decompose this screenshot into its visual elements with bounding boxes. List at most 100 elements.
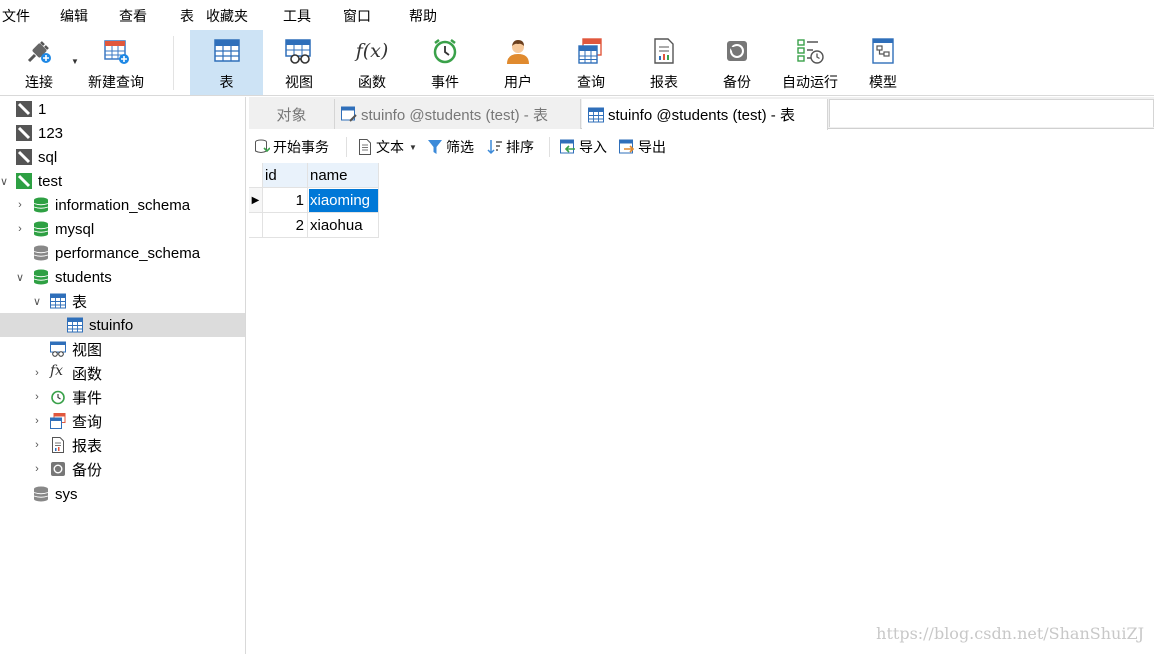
tree-node-events[interactable]: › 事件 xyxy=(0,385,245,409)
view-button[interactable]: 视图 xyxy=(273,30,325,95)
user-label: 用户 xyxy=(504,74,532,90)
table-cell[interactable]: xiaohua xyxy=(308,213,379,238)
tree-connection-test[interactable]: ∨ test xyxy=(0,169,245,193)
database-closed-icon xyxy=(33,245,49,261)
tree-db-sys[interactable]: sys xyxy=(0,482,245,506)
tree-label: 事件 xyxy=(72,389,103,407)
chevron-right-icon[interactable]: › xyxy=(31,367,43,379)
automation-button[interactable]: 自动运行 xyxy=(778,30,842,95)
report-label: 报表 xyxy=(650,74,678,90)
menu-tools[interactable]: 工具 xyxy=(283,6,311,26)
tree-db-information-schema[interactable]: › information_schema xyxy=(0,193,245,217)
text-dropdown-icon[interactable]: ▼ xyxy=(409,143,417,152)
tree-db-students[interactable]: ∨ students xyxy=(0,265,245,289)
chevron-down-icon[interactable]: ∨ xyxy=(0,175,10,188)
toolbar-separator xyxy=(346,137,347,157)
database-icon xyxy=(33,221,49,237)
tree-connection-1[interactable]: 1 xyxy=(0,97,245,121)
begin-transaction-label: 开始事务 xyxy=(273,139,329,155)
query-button[interactable]: 查询 xyxy=(565,30,617,95)
table-cell[interactable]: xiaoming xyxy=(308,188,379,213)
column-header-name[interactable]: name xyxy=(308,163,379,188)
tree-db-mysql[interactable]: › mysql xyxy=(0,217,245,241)
chevron-right-icon[interactable]: › xyxy=(31,439,43,451)
chevron-right-icon[interactable]: › xyxy=(31,415,43,427)
export-label: 导出 xyxy=(638,139,666,155)
tree-node-backups[interactable]: › 备份 xyxy=(0,457,245,481)
connect-button[interactable]: 连接 xyxy=(14,30,64,95)
user-button[interactable]: 用户 xyxy=(492,30,544,95)
report-button[interactable]: 报表 xyxy=(638,30,690,95)
model-button[interactable]: 模型 xyxy=(857,30,909,95)
import-icon xyxy=(560,139,575,154)
current-row-indicator[interactable]: ▶ xyxy=(249,188,263,213)
tree-node-reports[interactable]: › 报表 xyxy=(0,433,245,457)
filter-button[interactable]: 筛选 xyxy=(427,137,474,157)
menu-file[interactable]: 文件 xyxy=(2,6,30,26)
import-button[interactable]: 导入 xyxy=(560,137,607,157)
tree-label: 视图 xyxy=(72,341,103,359)
report-icon xyxy=(649,36,679,66)
connect-label: 连接 xyxy=(25,74,53,90)
tree-node-tables[interactable]: ∨ 表 xyxy=(0,289,245,313)
connection-active-icon xyxy=(16,173,32,189)
function-icon: f(x) xyxy=(355,36,389,66)
table-cell[interactable]: 1 xyxy=(263,188,308,213)
row-marker[interactable] xyxy=(249,213,263,238)
begin-transaction-button[interactable]: 开始事务 xyxy=(254,137,329,157)
menu-edit[interactable]: 编辑 xyxy=(60,6,88,26)
menu-table[interactable]: 表 xyxy=(180,6,194,26)
chevron-right-icon[interactable]: › xyxy=(14,223,26,235)
backup-label: 备份 xyxy=(723,74,751,90)
tree-db-performance-schema[interactable]: performance_schema xyxy=(0,241,245,265)
report-icon xyxy=(52,437,64,453)
main-toolbar: 连接 ▼ 新建查询 表 视图 f(x) 函数 事件 用户 查询 报表 备份 自动… xyxy=(0,30,1154,96)
export-icon xyxy=(619,139,635,154)
chevron-down-icon[interactable]: ∨ xyxy=(14,271,26,284)
function-button[interactable]: f(x) 函数 xyxy=(346,30,398,95)
tab-label: stuinfo @students (test) - 表 xyxy=(361,106,548,124)
view-icon xyxy=(284,36,314,66)
chevron-down-icon[interactable]: ∨ xyxy=(31,295,43,308)
tab-stuinfo-2[interactable]: stuinfo @students (test) - 表 xyxy=(582,99,828,130)
new-query-button[interactable]: 新建查询 xyxy=(84,30,148,95)
tree-node-queries[interactable]: › 查询 xyxy=(0,409,245,433)
table-toolbar: 开始事务 文本 ▼ 筛选 排序 导入 导出 xyxy=(249,131,1154,163)
tree-label: sql xyxy=(38,148,58,166)
menu-window[interactable]: 窗口 xyxy=(343,6,371,26)
column-header-id[interactable]: id xyxy=(263,163,308,188)
connect-dropdown-icon[interactable]: ▼ xyxy=(71,57,79,66)
function-icon: fx xyxy=(50,363,64,379)
tree-label: stuinfo xyxy=(89,316,134,334)
tree-node-functions[interactable]: › fx 函数 xyxy=(0,361,245,385)
tree-label: 函数 xyxy=(72,365,103,383)
database-icon xyxy=(33,197,49,213)
tab-stuinfo-1[interactable]: stuinfo @students (test) - 表 xyxy=(335,99,581,129)
menu-help[interactable]: 帮助 xyxy=(409,6,437,26)
sort-button[interactable]: 排序 xyxy=(487,137,534,157)
table-cell[interactable]: 2 xyxy=(263,213,308,238)
export-button[interactable]: 导出 xyxy=(619,137,666,157)
function-icon-text: f(x) xyxy=(355,40,389,62)
backup-button[interactable]: 备份 xyxy=(711,30,763,95)
tree-connection-123[interactable]: 123 xyxy=(0,121,245,145)
model-icon xyxy=(868,36,898,66)
tree-connection-sql[interactable]: sql xyxy=(0,145,245,169)
user-icon xyxy=(503,36,533,66)
text-view-button[interactable]: 文本 ▼ xyxy=(357,137,417,157)
chevron-right-icon[interactable]: › xyxy=(14,199,26,211)
event-button[interactable]: 事件 xyxy=(419,30,471,95)
chevron-right-icon[interactable]: › xyxy=(31,391,43,403)
backup-icon xyxy=(722,36,752,66)
tree-table-stuinfo[interactable]: stuinfo xyxy=(0,313,245,337)
tab-strip-empty-area xyxy=(829,99,1154,127)
tree-node-views[interactable]: 视图 xyxy=(0,337,245,361)
menu-view[interactable]: 查看 xyxy=(119,6,147,26)
table-button[interactable]: 表 xyxy=(190,30,263,95)
selected-cell-value[interactable]: xiaoming xyxy=(309,188,378,212)
menu-favorites[interactable]: 收藏夹 xyxy=(206,6,248,26)
chevron-right-icon[interactable]: › xyxy=(31,463,43,475)
connection-icon xyxy=(16,101,32,117)
tab-objects[interactable]: 对象 xyxy=(249,99,335,129)
alarm-clock-icon xyxy=(430,36,460,66)
